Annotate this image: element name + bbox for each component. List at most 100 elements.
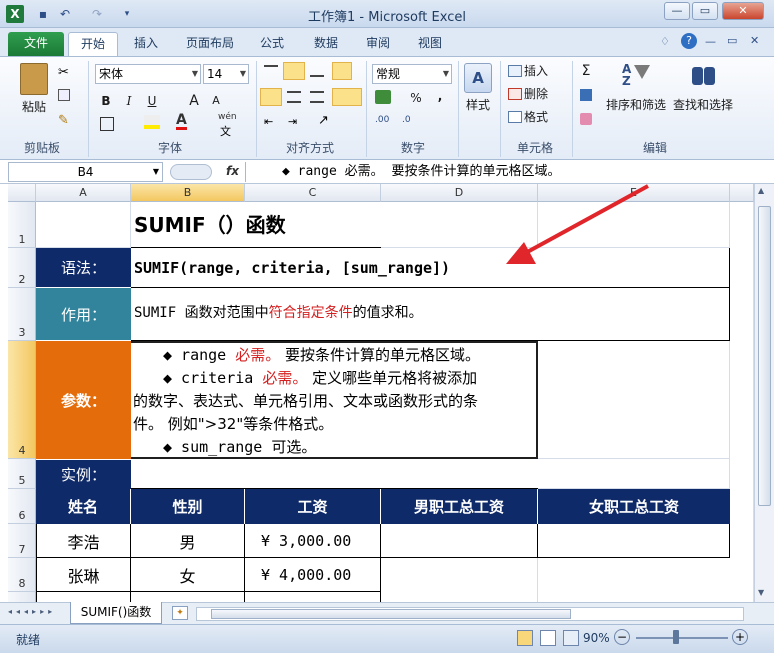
doc-minimize-icon[interactable]: — bbox=[705, 35, 716, 48]
scrollbar-thumb[interactable] bbox=[758, 206, 771, 506]
wrap-text-icon[interactable] bbox=[332, 62, 352, 80]
find-select-icon[interactable] bbox=[690, 63, 718, 89]
italic-button[interactable]: I bbox=[121, 91, 137, 111]
tab-insert[interactable]: 插入 bbox=[126, 32, 166, 56]
zoom-level[interactable]: 90% bbox=[583, 631, 610, 645]
zoom-in-button[interactable]: + bbox=[732, 629, 748, 645]
underline-button[interactable]: U bbox=[144, 91, 160, 111]
window-title: 工作簿1 - Microsoft Excel bbox=[308, 10, 466, 25]
orientation-icon[interactable]: ↗ bbox=[318, 113, 329, 128]
font-color-icon[interactable]: A bbox=[176, 113, 187, 130]
shrink-font-button[interactable]: A bbox=[208, 91, 224, 111]
tab-data[interactable]: 数据 bbox=[306, 32, 346, 56]
align-right-icon[interactable] bbox=[310, 91, 324, 103]
vertical-scrollbar[interactable]: ▲ ▼ bbox=[754, 184, 774, 602]
bold-button[interactable]: B bbox=[98, 91, 114, 111]
tab-home[interactable]: 开始 bbox=[68, 32, 118, 56]
sort-filter-button[interactable]: 排序和筛选 bbox=[604, 95, 668, 115]
sort-filter-icon[interactable]: AZ bbox=[622, 61, 650, 93]
normal-view-icon[interactable] bbox=[517, 630, 533, 646]
cells-group-label: 单元格 bbox=[516, 141, 553, 155]
doc-restore-icon[interactable]: ▭ bbox=[727, 34, 737, 47]
grow-font-button[interactable]: A bbox=[186, 91, 202, 111]
find-select-button[interactable]: 查找和选择 bbox=[670, 95, 736, 115]
chevron-down-icon: ▼ bbox=[239, 69, 246, 78]
phonetic-guide-label: wén bbox=[218, 112, 237, 122]
clipboard-group-label: 剪贴板 bbox=[23, 141, 60, 155]
tab-review[interactable]: 审阅 bbox=[358, 32, 398, 56]
increase-decimal-icon[interactable]: .00 bbox=[375, 115, 389, 125]
paste-button[interactable]: 粘贴 bbox=[14, 97, 54, 117]
horizontal-scrollbar[interactable] bbox=[196, 607, 744, 621]
insert-function-icon[interactable]: fx bbox=[226, 164, 239, 178]
fill-color-icon[interactable] bbox=[144, 115, 160, 129]
decrease-decimal-icon[interactable]: .0 bbox=[402, 115, 411, 125]
formula-bar-handle[interactable] bbox=[170, 164, 212, 180]
align-left-icon[interactable] bbox=[260, 88, 282, 106]
format-cells-icon bbox=[508, 111, 522, 123]
minimize-button[interactable]: — bbox=[664, 2, 690, 20]
borders-icon[interactable] bbox=[100, 117, 114, 131]
font-size-value: 14 bbox=[207, 67, 223, 81]
tab-view[interactable]: 视图 bbox=[410, 32, 450, 56]
delete-cells-button[interactable]: 删除 bbox=[524, 84, 556, 104]
font-group-label: 字体 bbox=[157, 141, 182, 155]
format-cells-button[interactable]: 格式 bbox=[524, 107, 556, 127]
align-center-icon[interactable] bbox=[287, 91, 301, 103]
zoom-slider[interactable] bbox=[636, 637, 728, 639]
page-layout-view-icon[interactable] bbox=[540, 630, 556, 646]
decrease-indent-icon[interactable]: ⇤ bbox=[264, 115, 273, 128]
ribbon: 粘贴 ✂ ✎ 剪贴板 宋体 ▼ 14 ▼ B I U A A A wén 文 字体 … bbox=[0, 56, 774, 160]
alignment-group-label: 对齐方式 bbox=[285, 141, 334, 155]
phonetic-guide-icon[interactable]: 文 bbox=[220, 123, 231, 139]
autosum-button[interactable]: Σ bbox=[578, 61, 594, 81]
comma-button[interactable]: , bbox=[434, 86, 446, 106]
help-icon[interactable]: ? bbox=[681, 33, 697, 49]
worksheet-grid[interactable]: A B C D E 1 2 3 4 5 6 7 8 9 SUMIF（）函数 语法… bbox=[8, 184, 754, 602]
tab-file[interactable]: 文件 bbox=[8, 32, 64, 56]
name-box-value: B4 bbox=[77, 165, 94, 179]
styles-icon[interactable]: A bbox=[464, 63, 492, 93]
align-bottom-icon[interactable] bbox=[310, 65, 324, 77]
currency-icon[interactable] bbox=[375, 90, 391, 104]
format-painter-icon[interactable]: ✎ bbox=[58, 113, 69, 128]
align-top-icon[interactable] bbox=[264, 65, 278, 75]
close-button[interactable]: ✕ bbox=[722, 2, 764, 20]
copy-icon[interactable] bbox=[58, 89, 70, 101]
sheet-tab[interactable]: SUMIF()函数 bbox=[70, 602, 162, 624]
hscroll-thumb[interactable] bbox=[211, 609, 571, 619]
scroll-up-icon[interactable]: ▲ bbox=[758, 186, 764, 195]
collapse-ribbon-icon[interactable]: ♢ bbox=[660, 35, 670, 48]
tab-page-layout[interactable]: 页面布局 bbox=[180, 32, 240, 56]
tab-formulas[interactable]: 公式 bbox=[252, 32, 292, 56]
name-box[interactable]: B4 ▼ bbox=[8, 162, 163, 182]
doc-close-icon[interactable]: ✕ bbox=[750, 34, 759, 47]
font-size-combo[interactable]: 14 ▼ bbox=[203, 64, 249, 84]
styles-button[interactable]: 样式 bbox=[460, 95, 496, 115]
font-name-value: 宋体 bbox=[99, 67, 124, 81]
align-middle-icon[interactable] bbox=[283, 62, 305, 80]
fill-icon[interactable] bbox=[580, 89, 592, 101]
sheet-nav-icons[interactable]: ◂◂◂▸▸▸ bbox=[8, 607, 56, 616]
paste-icon[interactable] bbox=[20, 63, 48, 95]
new-sheet-icon[interactable]: ✦ bbox=[172, 606, 188, 620]
scroll-down-icon[interactable]: ▼ bbox=[758, 588, 764, 597]
zoom-out-button[interactable]: − bbox=[614, 629, 630, 645]
insert-cells-button[interactable]: 插入 bbox=[524, 61, 556, 81]
insert-cells-icon bbox=[508, 65, 522, 77]
formula-input[interactable]: ◆ range 必需。 要按条件计算的单元格区域。 bbox=[245, 162, 774, 182]
increase-indent-icon[interactable]: ⇥ bbox=[288, 115, 297, 128]
chevron-down-icon: ▼ bbox=[152, 167, 159, 176]
percent-button[interactable]: % bbox=[408, 88, 424, 108]
page-break-view-icon[interactable] bbox=[563, 630, 579, 646]
merge-center-icon[interactable] bbox=[332, 88, 362, 106]
editing-group-label: 编辑 bbox=[642, 141, 667, 155]
ribbon-tabs: 文件 开始 插入 页面布局 公式 数据 审阅 视图 ♢ ? — ▭ ✕ bbox=[0, 28, 774, 56]
zoom-slider-thumb[interactable] bbox=[673, 630, 679, 644]
font-name-combo[interactable]: 宋体 ▼ bbox=[95, 64, 201, 84]
number-group-label: 数字 bbox=[400, 141, 425, 155]
clear-icon[interactable] bbox=[580, 113, 592, 125]
restore-button[interactable]: ▭ bbox=[692, 2, 718, 20]
number-format-combo[interactable]: 常规 ▼ bbox=[372, 64, 452, 84]
cut-icon[interactable]: ✂ bbox=[58, 65, 69, 80]
